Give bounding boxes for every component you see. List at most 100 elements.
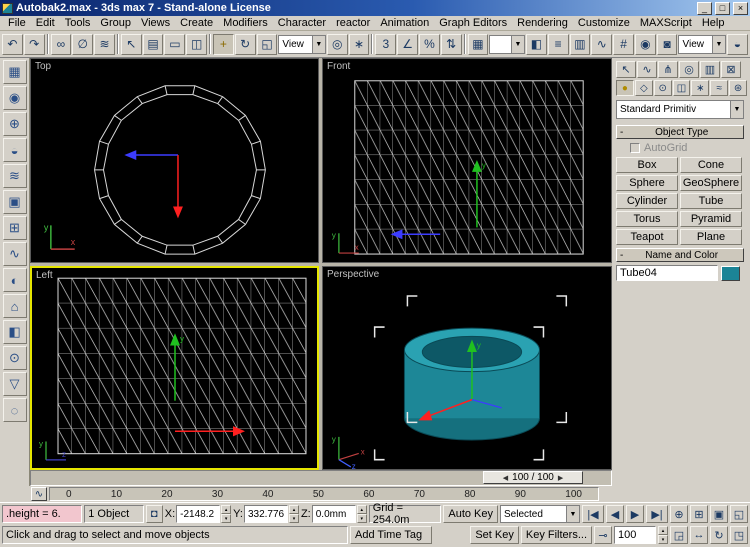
undo-icon[interactable]: ↶ xyxy=(2,34,23,55)
left-toolbar-button[interactable]: ⊕ xyxy=(3,112,27,136)
render-type-dropdown[interactable]: View ▼ xyxy=(678,35,726,54)
unlink-selection-icon[interactable]: ∅ xyxy=(72,34,93,55)
time-slider-handle[interactable]: ◀ 100 / 100 ▶ xyxy=(483,471,583,484)
left-toolbar-button[interactable]: ▽ xyxy=(3,372,27,396)
tab-motion-icon[interactable]: ◎ xyxy=(679,61,699,78)
layer-manager-icon[interactable]: ▥ xyxy=(570,34,591,55)
tube-button[interactable]: Tube xyxy=(680,193,742,209)
menu-reactor[interactable]: reactor xyxy=(331,17,375,29)
menu-edit[interactable]: Edit xyxy=(31,17,60,29)
time-slider-next-icon[interactable]: ▶ xyxy=(558,474,563,482)
sphere-button[interactable]: Sphere xyxy=(616,175,678,191)
viewport-top[interactable]: Top y xyxy=(30,58,319,263)
play-icon[interactable]: ▶ xyxy=(626,505,644,523)
left-toolbar-button[interactable]: ◒ xyxy=(3,138,27,162)
menu-help[interactable]: Help xyxy=(697,17,730,29)
geometry-category-dropdown[interactable]: Standard Primitiv ▼ xyxy=(616,100,744,119)
object-name-input[interactable]: Tube04 xyxy=(616,265,718,281)
pan-icon[interactable]: ↔ xyxy=(690,526,708,544)
track-bar[interactable]: 0 10 20 30 40 50 60 70 80 90 100 xyxy=(49,487,599,501)
quick-render-icon[interactable]: ◒ xyxy=(727,34,748,55)
name-color-rollout-header[interactable]: - Name and Color xyxy=(616,248,744,262)
object-type-rollout-header[interactable]: - Object Type xyxy=(616,125,744,139)
snap-toggle-icon[interactable]: 3 xyxy=(375,34,396,55)
left-toolbar-button[interactable]: ◌ xyxy=(3,398,27,422)
key-mode-dropdown[interactable]: Selected ▼ xyxy=(500,505,580,523)
left-toolbar-button[interactable]: ◧ xyxy=(3,320,27,344)
select-and-link-icon[interactable]: ∞ xyxy=(51,34,72,55)
viewport-left[interactable]: Left y xyxy=(30,266,319,470)
geosphere-button[interactable]: GeoSphere xyxy=(680,175,742,191)
chevron-down-icon[interactable]: ▼ xyxy=(730,101,743,118)
maxscript-mini-listener[interactable]: .height = 6. xyxy=(2,505,82,523)
select-object-icon[interactable]: ↖ xyxy=(121,34,142,55)
menu-views[interactable]: Views xyxy=(136,17,175,29)
spinner-up-icon[interactable]: ▴ xyxy=(357,505,367,514)
selection-lock-icon[interactable]: ◘ xyxy=(146,505,163,523)
open-mini-curve-editor-button[interactable]: ∿ xyxy=(31,487,47,501)
spinner-down-icon[interactable]: ▾ xyxy=(357,514,367,523)
left-toolbar-button[interactable]: ∿ xyxy=(3,242,27,266)
category-helpers-icon[interactable]: ∗ xyxy=(691,80,709,96)
spinner-up-icon[interactable]: ▴ xyxy=(221,505,231,514)
select-and-move-icon[interactable]: + xyxy=(213,34,234,55)
set-key-button[interactable]: Set Key xyxy=(470,526,519,544)
spinner-down-icon[interactable]: ▾ xyxy=(221,514,231,523)
chevron-down-icon[interactable]: ▼ xyxy=(566,506,579,522)
current-frame-input[interactable]: 100 xyxy=(614,526,656,544)
previous-frame-icon[interactable]: ◀ xyxy=(606,505,624,523)
chevron-down-icon[interactable]: ▼ xyxy=(712,36,725,53)
cylinder-button[interactable]: Cylinder xyxy=(616,193,678,209)
menu-modifiers[interactable]: Modifiers xyxy=(218,17,273,29)
angle-snap-icon[interactable]: ∠ xyxy=(397,34,418,55)
torus-button[interactable]: Torus xyxy=(616,211,678,227)
box-button[interactable]: Box xyxy=(616,157,678,173)
category-shapes-icon[interactable]: ◇ xyxy=(635,80,653,96)
spinner-down-icon[interactable]: ▾ xyxy=(658,535,668,544)
spinner-up-icon[interactable]: ▴ xyxy=(658,526,668,535)
spinner-down-icon[interactable]: ▾ xyxy=(289,514,299,523)
zoom-extents-all-icon[interactable]: ◱ xyxy=(730,505,748,523)
time-slider-track[interactable]: ◀ 100 / 100 ▶ xyxy=(30,470,612,486)
zoom-extents-icon[interactable]: ▣ xyxy=(710,505,728,523)
left-toolbar-button[interactable]: ≋ xyxy=(3,164,27,188)
menu-animation[interactable]: Animation xyxy=(375,17,434,29)
add-time-tag-button[interactable]: Add Time Tag xyxy=(350,526,432,544)
y-input[interactable]: 332.776 xyxy=(244,505,288,523)
select-and-manipulate-icon[interactable]: ∗ xyxy=(349,34,370,55)
menu-file[interactable]: File xyxy=(3,17,31,29)
tab-hierarchy-icon[interactable]: ⋔ xyxy=(658,61,678,78)
percent-snap-icon[interactable]: % xyxy=(419,34,440,55)
spinner-snap-icon[interactable]: ⇅ xyxy=(441,34,462,55)
select-by-name-icon[interactable]: ▤ xyxy=(143,34,164,55)
time-slider-prev-icon[interactable]: ◀ xyxy=(503,474,508,482)
rectangular-selection-region-icon[interactable]: ▭ xyxy=(164,34,185,55)
maximize-button[interactable]: □ xyxy=(715,2,730,15)
auto-key-button[interactable]: Auto Key xyxy=(443,505,498,523)
redo-icon[interactable]: ↷ xyxy=(24,34,45,55)
tab-modify-icon[interactable]: ∿ xyxy=(637,61,657,78)
autogrid-checkbox[interactable] xyxy=(630,143,640,153)
go-to-start-icon[interactable]: |◀ xyxy=(582,505,604,523)
mirror-icon[interactable]: ◧ xyxy=(526,34,547,55)
window-crossing-toggle-icon[interactable]: ◫ xyxy=(186,34,207,55)
use-pivot-point-center-icon[interactable]: ◎ xyxy=(327,34,348,55)
select-and-rotate-icon[interactable]: ↻ xyxy=(235,34,256,55)
left-toolbar-button[interactable]: ⊞ xyxy=(3,216,27,240)
select-and-scale-icon[interactable]: ◱ xyxy=(257,34,278,55)
chevron-down-icon[interactable]: ▼ xyxy=(312,36,325,53)
viewport-perspective[interactable]: Perspective xyxy=(322,266,612,470)
curve-editor-icon[interactable]: ∿ xyxy=(591,34,612,55)
menu-graph-editors[interactable]: Graph Editors xyxy=(434,17,512,29)
menu-character[interactable]: Character xyxy=(273,17,331,29)
left-toolbar-button[interactable]: ⊙ xyxy=(3,346,27,370)
tab-create-icon[interactable]: ↖ xyxy=(616,61,636,78)
spinner-up-icon[interactable]: ▴ xyxy=(289,505,299,514)
left-toolbar-button[interactable]: ⌂ xyxy=(3,294,27,318)
menu-customize[interactable]: Customize xyxy=(573,17,635,29)
plane-button[interactable]: Plane xyxy=(680,229,742,245)
z-input[interactable]: 0.0mm xyxy=(312,505,356,523)
edit-named-selection-sets-icon[interactable]: ▦ xyxy=(468,34,489,55)
title-bar[interactable]: Autobak2.max - 3ds max 7 - Stand-alone L… xyxy=(0,0,750,16)
left-toolbar-button[interactable]: ◐ xyxy=(3,268,27,292)
